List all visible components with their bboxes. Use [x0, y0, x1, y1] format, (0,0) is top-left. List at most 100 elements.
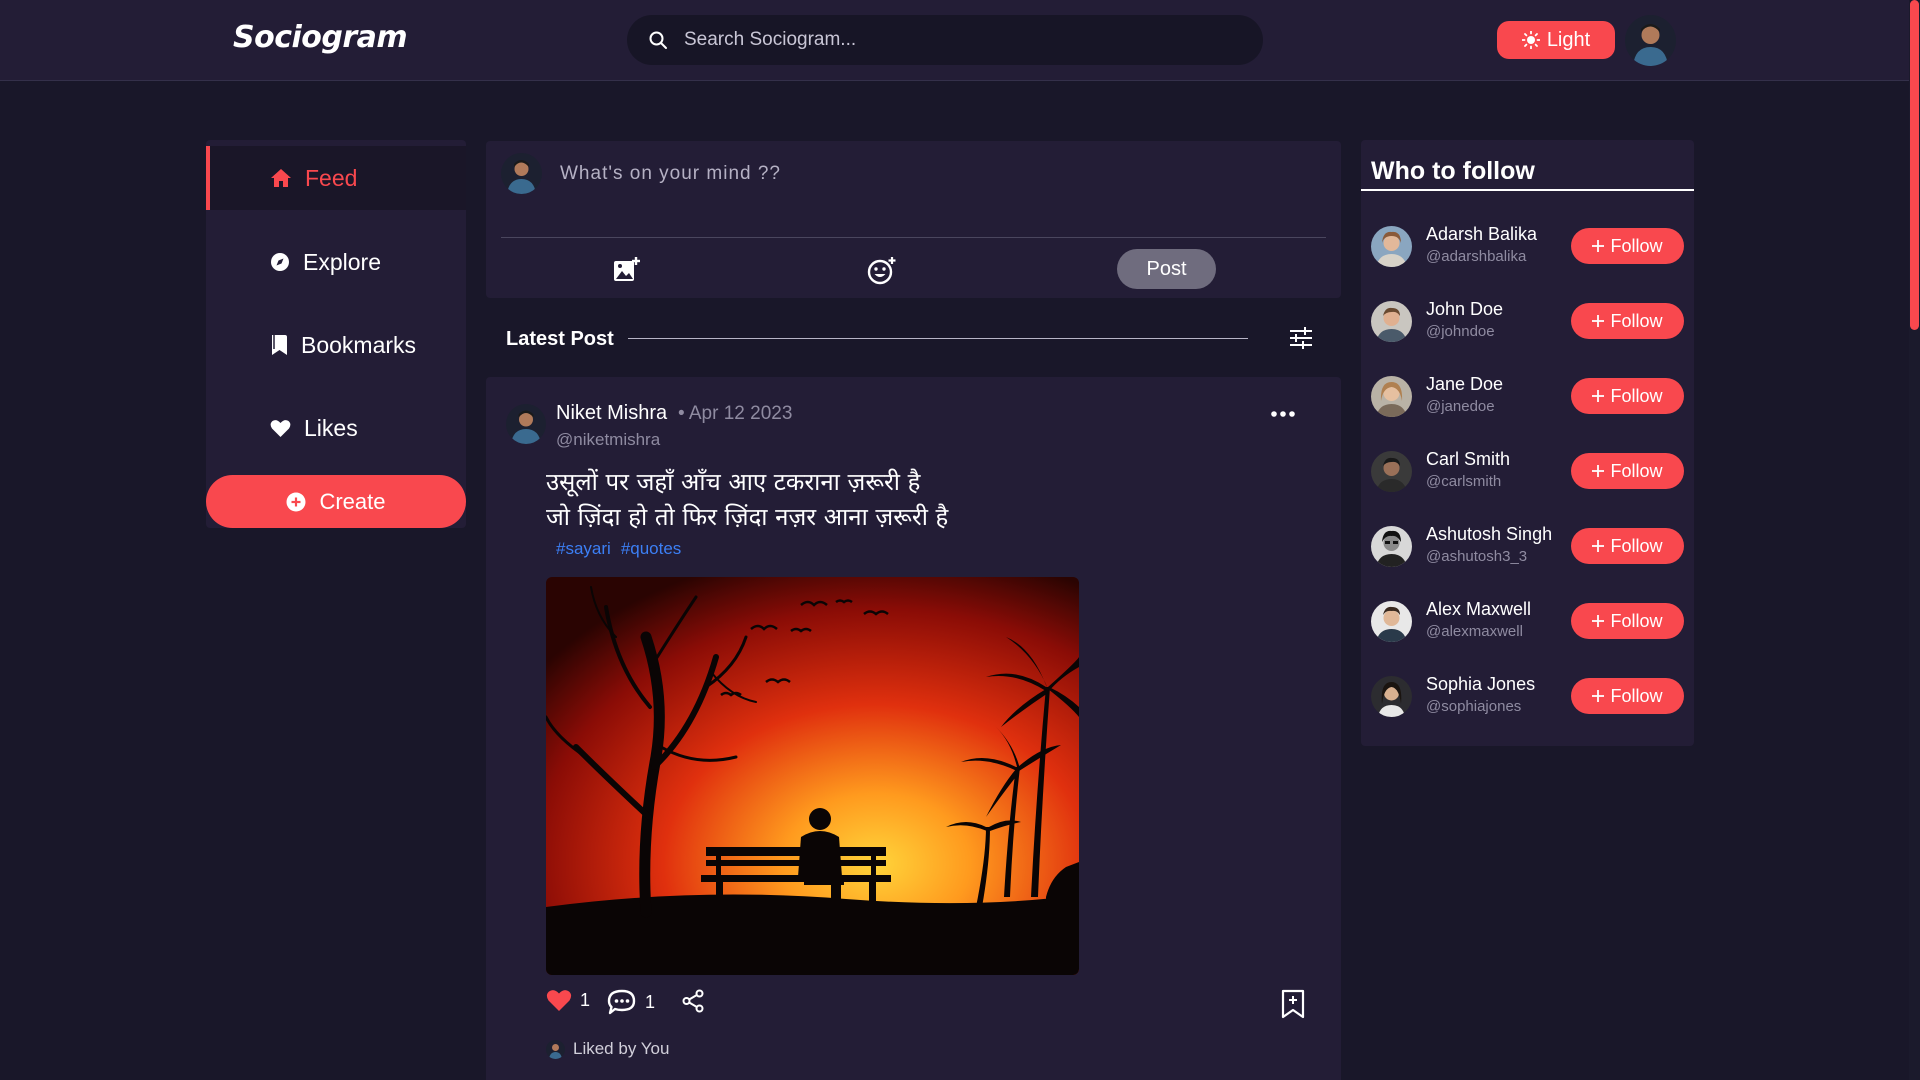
sidebar-item-label: Feed	[305, 164, 358, 191]
follow-label: Follow	[1610, 460, 1663, 481]
suggested-user[interactable]: Carl Smith @carlsmith Follow	[1361, 441, 1694, 501]
post-text-line: जो ज़िंदा हो तो फिर ज़िंदा नज़र आना ज़रू…	[546, 503, 949, 531]
comment-count: 1	[645, 991, 656, 1012]
suggested-user-avatar[interactable]	[1371, 601, 1412, 642]
suggested-user-handle: @ashutosh3_3	[1426, 548, 1528, 565]
feed-header: Latest Post	[486, 318, 1341, 360]
suggested-user-handle: @janedoe	[1426, 398, 1495, 415]
follow-button[interactable]: Follow	[1571, 303, 1684, 339]
plus-circle-icon	[286, 492, 306, 511]
post-author-handle: @niketmishra	[556, 430, 661, 449]
app-logo[interactable]: Sociogram	[233, 20, 408, 55]
suggested-user-name[interactable]: Alex Maxwell	[1426, 599, 1531, 620]
suggested-user[interactable]: Alex Maxwell @alexmaxwell Follow	[1361, 591, 1694, 651]
suggested-user-name[interactable]: John Doe	[1426, 299, 1503, 320]
suggested-user[interactable]: Sophia Jones @sophiajones Follow	[1361, 666, 1694, 726]
post-image[interactable]	[546, 577, 1079, 975]
follow-label: Follow	[1610, 235, 1663, 256]
sidebar-nav: Feed Explore Bookmarks Likes Create	[206, 140, 466, 528]
follow-button[interactable]: Follow	[1571, 228, 1684, 264]
theme-toggle-button[interactable]: Light	[1497, 21, 1615, 59]
who-to-follow-panel: Who to follow Adarsh Balika @adarshbalik…	[1361, 140, 1694, 746]
post-author-name[interactable]: Niket Mishra	[556, 402, 667, 425]
scrollbar-thumb[interactable]	[1910, 0, 1919, 330]
follow-button[interactable]: Follow	[1571, 378, 1684, 414]
suggested-user-handle: @adarshbalika	[1426, 248, 1527, 265]
home-icon	[271, 169, 291, 187]
suggested-user[interactable]: Adarsh Balika @adarshbalika Follow	[1361, 216, 1694, 276]
like-count: 1	[580, 990, 591, 1010]
suggested-user-avatar[interactable]	[1371, 226, 1412, 267]
theme-toggle-label: Light	[1546, 28, 1591, 51]
suggested-user-name[interactable]: Ashutosh Singh	[1426, 524, 1552, 545]
liked-by-avatar	[546, 1039, 565, 1059]
add-emoji-button[interactable]	[866, 255, 898, 287]
sidebar-item-label: Bookmarks	[301, 331, 417, 358]
hashtag-link[interactable]: #sayari	[556, 539, 611, 559]
suggested-user-avatar[interactable]	[1371, 451, 1412, 492]
plus-icon	[1592, 465, 1605, 477]
heart-icon	[270, 419, 291, 437]
search-input[interactable]	[684, 20, 1224, 60]
composer-avatar	[501, 153, 542, 194]
sidebar-item-likes[interactable]: Likes	[206, 396, 466, 460]
sidebar-item-explore[interactable]: Explore	[206, 230, 466, 294]
feed-title: Latest Post	[506, 328, 614, 350]
post-button[interactable]: Post	[1117, 249, 1216, 289]
follow-label: Follow	[1610, 685, 1663, 706]
suggested-user[interactable]: Jane Doe @janedoe Follow	[1361, 366, 1694, 426]
follow-button[interactable]: Follow	[1571, 453, 1684, 489]
more-options-icon[interactable]	[1270, 410, 1296, 418]
suggested-user-name[interactable]: Sophia Jones	[1426, 674, 1535, 695]
suggested-user-name[interactable]: Carl Smith	[1426, 449, 1510, 470]
create-button[interactable]: Create	[206, 475, 466, 528]
suggested-user-avatar[interactable]	[1371, 376, 1412, 417]
sidebar-item-label: Likes	[304, 414, 358, 441]
follow-button[interactable]: Follow	[1571, 603, 1684, 639]
post-text-line: उसूलों पर जहाँ आँच आए टकराना ज़रूरी है	[546, 468, 921, 496]
suggested-user-name[interactable]: Jane Doe	[1426, 374, 1503, 395]
follow-label: Follow	[1610, 610, 1663, 631]
create-label: Create	[319, 488, 386, 514]
follow-button[interactable]: Follow	[1571, 678, 1684, 714]
bookmark-icon	[272, 335, 287, 355]
sidebar-item-label: Explore	[303, 248, 381, 275]
suggested-user[interactable]: Ashutosh Singh @ashutosh3_3 Follow	[1361, 516, 1694, 576]
follow-label: Follow	[1610, 535, 1663, 556]
bookmark-add-icon[interactable]	[1281, 989, 1305, 1019]
plus-icon	[1592, 315, 1605, 327]
share-button[interactable]	[681, 989, 705, 1013]
composer-divider	[501, 237, 1326, 238]
suggested-user-avatar[interactable]	[1371, 301, 1412, 342]
follow-button[interactable]: Follow	[1571, 528, 1684, 564]
suggested-user-handle: @carlsmith	[1426, 473, 1502, 490]
post-date: • Apr 12 2023	[678, 403, 793, 424]
search-bar[interactable]	[627, 15, 1263, 65]
like-button[interactable]: 1	[546, 989, 590, 1012]
suggested-user-handle: @alexmaxwell	[1426, 623, 1523, 640]
liked-by-text: Liked by You	[573, 1039, 670, 1058]
post-content: उसूलों पर जहाँ आँच आए टकराना ज़रूरी है ज…	[546, 465, 948, 535]
add-image-icon	[614, 257, 640, 281]
share-icon	[682, 989, 704, 1013]
filter-icon[interactable]	[1288, 326, 1314, 350]
user-avatar[interactable]	[1625, 15, 1676, 66]
add-image-button[interactable]	[612, 255, 642, 285]
sidebar-item-bookmarks[interactable]: Bookmarks	[206, 313, 466, 377]
heart-filled-icon	[546, 990, 572, 1011]
search-icon	[649, 31, 667, 49]
composer-input[interactable]	[560, 159, 1300, 189]
suggested-user-avatar[interactable]	[1371, 676, 1412, 717]
suggested-user-avatar[interactable]	[1371, 526, 1412, 567]
emoji-icon	[867, 257, 896, 285]
hashtag-link[interactable]: #quotes	[621, 539, 682, 559]
suggested-user-handle: @sophiajones	[1426, 698, 1522, 715]
comment-button[interactable]: 1	[607, 989, 655, 1015]
plus-icon	[1592, 540, 1605, 552]
post-composer: Post	[486, 141, 1341, 298]
post-author-avatar[interactable]	[506, 404, 546, 444]
suggested-user-name[interactable]: Adarsh Balika	[1426, 224, 1537, 245]
sun-icon	[1521, 31, 1540, 49]
suggested-user[interactable]: John Doe @johndoe Follow	[1361, 291, 1694, 351]
sidebar-item-feed[interactable]: Feed	[206, 146, 466, 210]
